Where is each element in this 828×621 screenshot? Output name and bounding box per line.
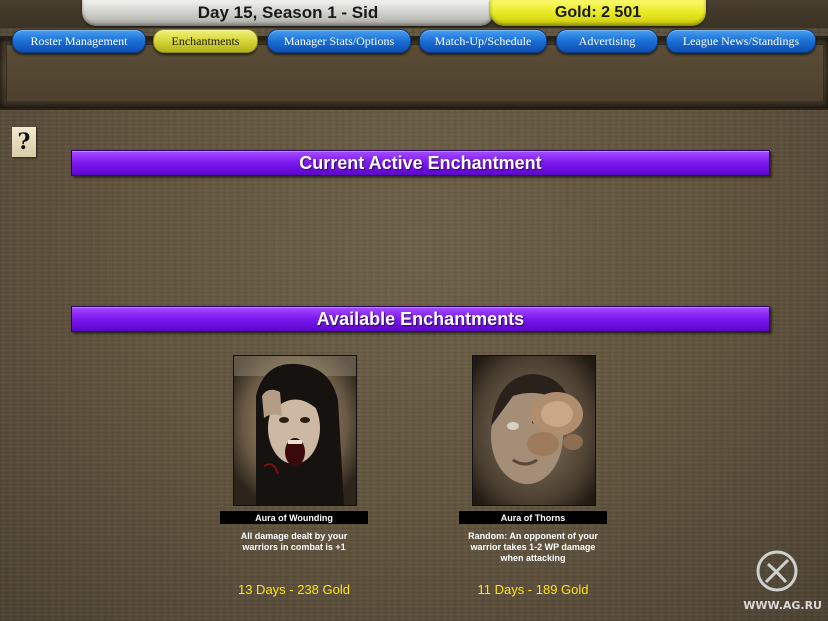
watermark-text: WWW.AG.RU [743, 599, 822, 612]
ag-logo-icon [756, 550, 798, 592]
description-line: Random: An opponent of your [468, 531, 598, 541]
nav-manager-stats-button[interactable]: Manager Stats/Options [267, 29, 411, 53]
aura-of-thorns-description: Random: An opponent of your warrior take… [453, 531, 613, 564]
help-icon[interactable]: ? [12, 127, 36, 157]
aura-of-thorns-name: Aura of Thorns [459, 511, 607, 524]
aura-of-wounding-name: Aura of Wounding [220, 511, 368, 524]
aura-of-wounding-portrait[interactable] [233, 355, 357, 506]
fungus-face-portrait-icon [473, 356, 595, 505]
nav-roster-management-button[interactable]: Roster Management [12, 29, 146, 53]
day-season-label: Day 15, Season 1 - Sid [82, 0, 494, 26]
available-enchantments-header: Available Enchantments [71, 306, 770, 332]
nav-league-news-button[interactable]: League News/Standings [666, 29, 816, 53]
description-line: warriors in combat is +1 [242, 542, 346, 552]
aura-of-thorns-portrait[interactable] [472, 355, 596, 506]
nav-enchantments-button[interactable]: Enchantments [153, 29, 258, 53]
description-line: warrior takes 1-2 WP damage [470, 542, 596, 552]
screaming-face-portrait-icon [234, 356, 356, 505]
aura-of-wounding-description: All damage dealt by your warriors in com… [214, 531, 374, 553]
current-enchantment-header: Current Active Enchantment [71, 150, 770, 176]
description-line: All damage dealt by your [240, 531, 348, 541]
gold-counter: Gold: 2 501 [490, 0, 706, 26]
description-line: when attacking [500, 553, 566, 563]
nav-matchup-schedule-button[interactable]: Match-Up/Schedule [419, 29, 547, 53]
aura-of-thorns-price: 11 Days - 189 Gold [477, 582, 589, 597]
nav-advertising-button[interactable]: Advertising [556, 29, 658, 53]
aura-of-wounding-price: 13 Days - 238 Gold [237, 582, 350, 597]
